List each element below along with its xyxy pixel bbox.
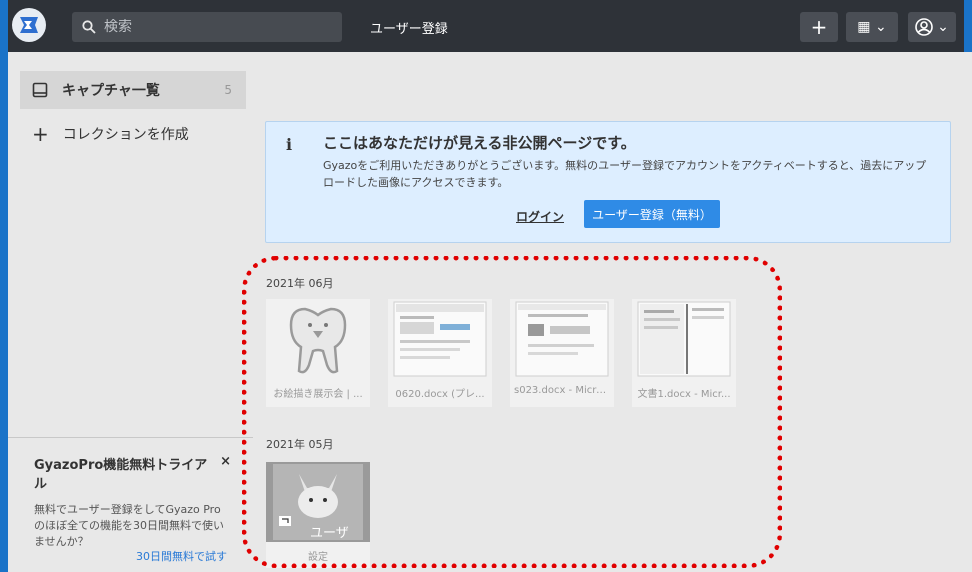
register-button[interactable]: ユーザー登録（無料） — [584, 200, 720, 228]
capture-thumbnail[interactable]: 文書1.docx - Micr... — [632, 299, 736, 407]
document-thumbnail-icon — [515, 301, 609, 377]
capture-thumbnail[interactable]: s023.docx - Micro... — [510, 299, 614, 407]
search-bar[interactable] — [72, 12, 342, 42]
add-button[interactable]: + — [800, 12, 838, 42]
capture-count: 5 — [224, 83, 232, 97]
month-heading: 2021年 06月 — [266, 277, 334, 290]
search-input[interactable] — [104, 19, 324, 35]
thumbnail-caption: 文書1.docx - Micr... — [637, 389, 731, 400]
login-link[interactable]: ログイン — [516, 208, 564, 225]
gyazo-logo-icon[interactable] — [12, 8, 46, 42]
thumbnail-caption: s023.docx - Micro... — [514, 385, 612, 396]
user-avatar-icon — [915, 18, 933, 36]
account-menu-button[interactable]: ⌄ — [908, 12, 956, 42]
trial-title: GyazoPro機能無料トライアル — [34, 458, 208, 492]
tooth-drawing-icon — [289, 307, 347, 374]
window-border — [0, 0, 8, 572]
thumbnail-caption: 設定 — [308, 552, 328, 563]
register-title-link[interactable]: ユーザー登録 — [370, 18, 448, 37]
top-navbar: ユーザー登録 + ▦ ⌄ ⌄ — [0, 0, 972, 52]
capture-thumbnail[interactable]: お絵描き展示会 | ... — [266, 299, 370, 407]
notice-title: ここはあなただけが見える非公開ページです。 — [323, 134, 636, 152]
view-toggle-button[interactable]: ▦ ⌄ — [846, 12, 898, 42]
capture-thumbnail[interactable]: 0620.docx (プレ... — [388, 299, 492, 407]
notice-text: Gyazoをご利用いただきありがとうございます。無料のユーザー登録でアカウントを… — [323, 159, 927, 189]
close-icon[interactable]: × — [220, 454, 231, 492]
document-thumbnail-icon — [637, 301, 731, 377]
capture-thumbnail[interactable]: ユーザ 設定 — [266, 462, 370, 568]
info-icon: i — [286, 135, 293, 154]
sidebar-item-label: キャプチャ一覧 — [62, 83, 160, 99]
sidebar: キャプチャ一覧 5 + コレクションを作成 GyazoPro機能無料トライアル … — [8, 52, 253, 572]
plus-icon: + — [32, 122, 49, 146]
pro-trial-panel: GyazoPro機能無料トライアル × 無料でユーザー登録をしてGyazo Pr… — [8, 437, 253, 572]
thumbnail-caption: お絵描き展示会 | ... — [273, 389, 363, 400]
search-icon — [82, 20, 96, 34]
month-heading: 2021年 05月 — [266, 438, 334, 451]
sidebar-item-captures[interactable]: キャプチャ一覧 5 — [20, 71, 246, 109]
trial-link[interactable]: 30日間無料で試す — [136, 548, 227, 564]
sidebar-item-create-collection[interactable]: + コレクションを作成 — [20, 115, 246, 153]
private-page-notice: i ここはあなただけが見える非公開ページです。 Gyazoをご利用いただきありが… — [265, 121, 951, 243]
trial-description: 無料でユーザー登録をしてGyazo Proのほぼ全ての機能を30日間無料で使いま… — [34, 503, 224, 548]
chevron-down-icon: ⌄ — [937, 19, 949, 35]
thumbnail-overlay-text: ユーザ — [310, 526, 349, 541]
capture-list-icon — [32, 82, 48, 98]
document-thumbnail-icon — [393, 301, 487, 377]
sidebar-item-label: コレクションを作成 — [62, 127, 189, 143]
thumbnail-caption: 0620.docx (プレ... — [395, 389, 485, 400]
